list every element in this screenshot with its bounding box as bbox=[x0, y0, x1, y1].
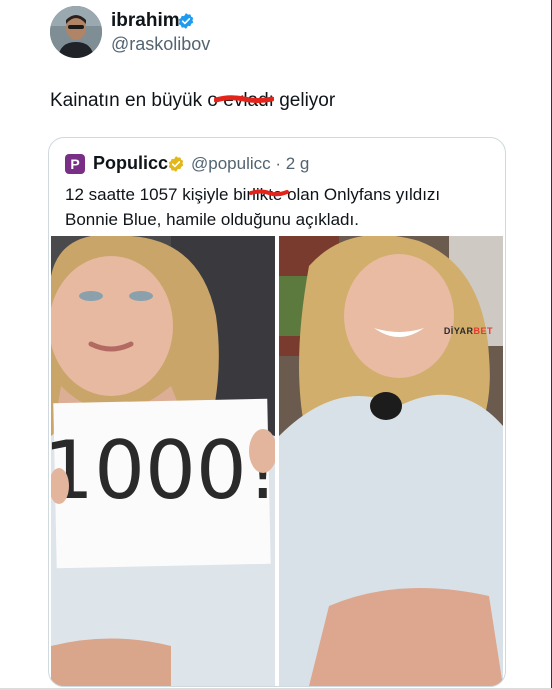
quoted-line-1-b: te olan Onlyfans yıldızı bbox=[268, 185, 441, 204]
sign-text: 1000! bbox=[51, 424, 275, 517]
verified-badge-icon bbox=[178, 13, 194, 29]
quoted-line-2: Bonnie Blue, hamile olduğunu açıkladı. bbox=[65, 210, 359, 229]
quoted-redaction-scribble bbox=[249, 189, 289, 197]
redaction-scribble bbox=[214, 95, 274, 103]
quoted-handle-text: @populicc bbox=[191, 154, 271, 173]
author-avatar[interactable] bbox=[50, 6, 102, 58]
watermark-part-b: BET bbox=[473, 326, 493, 336]
quoted-author-handle[interactable]: @populicc · 2 g bbox=[191, 154, 309, 174]
photo-right[interactable]: DİYARBET bbox=[279, 236, 503, 686]
quoted-line-1-a: 12 saatte 1057 kişiyle b bbox=[65, 185, 243, 204]
populicc-logo[interactable]: P bbox=[65, 154, 85, 174]
quoted-author-name[interactable]: Populicc bbox=[93, 153, 168, 174]
photo-left[interactable]: 1000! bbox=[51, 236, 275, 686]
author-handle[interactable]: @raskolibov bbox=[111, 34, 210, 55]
author-name[interactable]: ibrahim bbox=[111, 10, 180, 32]
quoted-time: · 2 g bbox=[275, 154, 310, 173]
quoted-tweet-card[interactable]: P Populicc @populicc · 2 g 12 saatte 105… bbox=[48, 137, 506, 687]
tweet-text-start: Kainatın en büyük bbox=[50, 90, 208, 111]
watermark: DİYARBET bbox=[444, 326, 493, 336]
watermark-part-a: DİYAR bbox=[443, 326, 474, 336]
media-grid[interactable]: 1000! DİYARBET bbox=[49, 236, 505, 686]
gold-verified-badge-icon bbox=[168, 156, 184, 172]
tweet-text: Kainatın en büyük o evladı geliyor bbox=[50, 90, 335, 112]
